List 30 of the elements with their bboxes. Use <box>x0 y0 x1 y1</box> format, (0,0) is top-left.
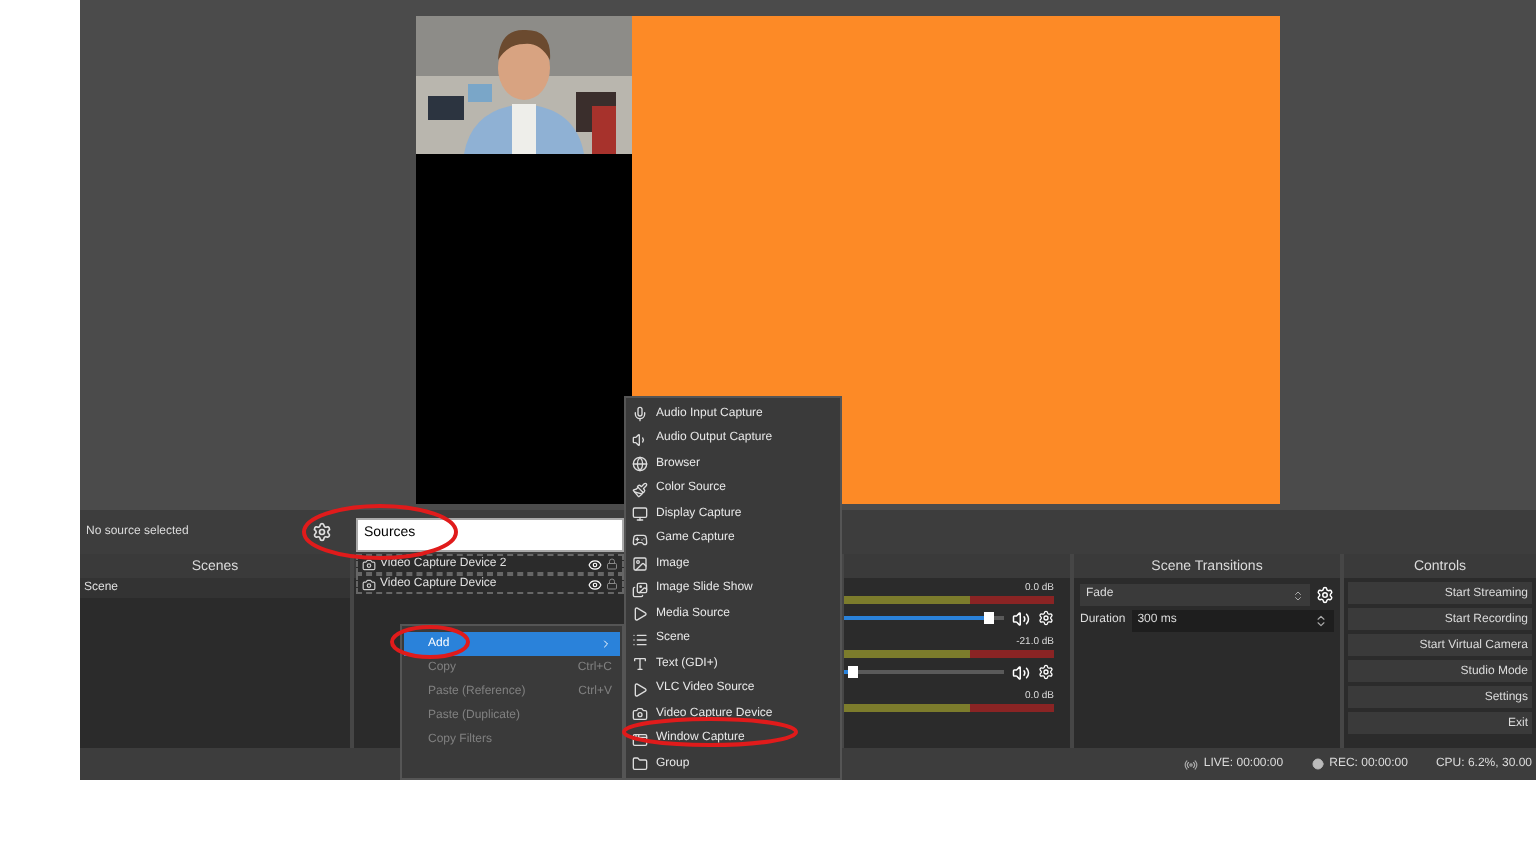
eye-icon[interactable] <box>588 577 602 591</box>
camera-icon <box>362 557 376 571</box>
globe-icon <box>632 456 648 473</box>
microphone-icon <box>632 406 648 423</box>
play-icon <box>632 606 648 623</box>
slider-thumb[interactable] <box>984 612 994 624</box>
play-icon <box>632 681 648 698</box>
eye-icon[interactable] <box>588 557 602 571</box>
live-icon <box>1183 757 1198 771</box>
record-icon <box>1311 758 1324 770</box>
lock-icon[interactable] <box>606 578 618 590</box>
lock-icon[interactable] <box>606 558 618 570</box>
folder-icon <box>632 756 648 773</box>
annotation-circle <box>390 625 470 659</box>
image-icon <box>632 556 648 573</box>
speaker-icon <box>632 431 648 448</box>
speaker-icon[interactable] <box>1012 663 1030 681</box>
gamepad-icon <box>632 531 648 548</box>
camera-icon <box>632 706 648 723</box>
brush-icon <box>632 481 648 498</box>
monitor-icon <box>632 506 648 523</box>
window-icon <box>632 731 648 748</box>
images-icon <box>632 581 648 598</box>
list-icon <box>632 631 648 648</box>
spin-arrows-icon[interactable] <box>1314 614 1328 628</box>
text-icon <box>632 656 648 673</box>
speaker-icon[interactable] <box>1012 609 1030 627</box>
slider-thumb[interactable] <box>848 666 858 678</box>
camera-icon <box>362 577 376 591</box>
settings-icon[interactable] <box>312 522 333 542</box>
